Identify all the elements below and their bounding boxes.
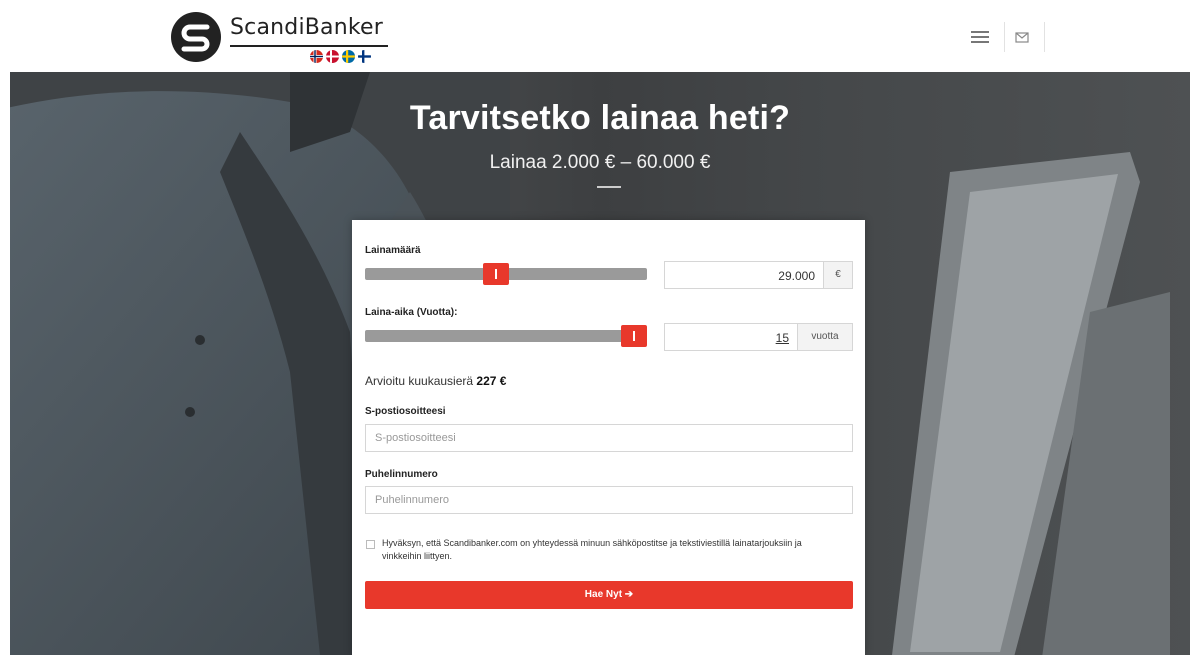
consent-text: Hyväksyn, että Scandibanker.com on yhtey…: [382, 538, 802, 561]
hero-divider: [597, 186, 621, 188]
phone-field[interactable]: [365, 486, 853, 514]
scandibanker-logo-icon: [171, 12, 221, 62]
loan-amount-value: 29.000: [778, 269, 815, 283]
page: ScandiBanker Tarvitsetko lainaa heti? La…: [0, 0, 1200, 655]
phone-label: Puhelinnumero: [365, 469, 438, 480]
header-divider: [1004, 22, 1005, 52]
loan-term-label: Laina-aika (Vuotta):: [365, 307, 458, 318]
hamburger-menu-icon[interactable]: [968, 24, 994, 50]
denmark-flag-icon: [326, 50, 339, 63]
hero-background-laptop-image: [892, 152, 1170, 655]
finland-flag-icon: [358, 50, 371, 63]
loan-amount-input[interactable]: 29.000: [664, 261, 824, 289]
loan-amount-label: Lainamäärä: [365, 245, 421, 256]
email-label: S-postiosoitteesi: [365, 406, 446, 417]
header-divider: [1044, 22, 1045, 52]
flag-row: [310, 50, 386, 63]
monthly-estimate-value: 227 €: [476, 374, 507, 388]
loan-term-slider-handle[interactable]: [621, 325, 647, 347]
loan-term-input[interactable]: 15: [664, 323, 798, 351]
monthly-estimate-label: Arvioitu kuukausierä: [365, 374, 474, 388]
logo-text: ScandiBanker: [230, 15, 384, 40]
norway-flag-icon: [310, 50, 323, 63]
loan-amount-slider-handle[interactable]: [482, 263, 509, 285]
sweden-flag-icon: [342, 50, 355, 63]
logo[interactable]: ScandiBanker: [170, 9, 400, 65]
envelope-icon[interactable]: [1012, 26, 1032, 48]
loan-term-slider-track[interactable]: [365, 330, 647, 342]
loan-amount-currency-addon: €: [824, 261, 853, 289]
consent-checkbox[interactable]: [366, 540, 375, 549]
logo-underline: [230, 45, 388, 47]
monthly-estimate: Arvioitu kuukausierä 227 €: [365, 374, 506, 388]
hero-subtitle: Lainaa 2.000 € – 60.000 €: [489, 152, 711, 173]
hero-title: Tarvitsetko lainaa heti?: [409, 99, 791, 137]
loan-term-unit-addon: vuotta: [798, 323, 853, 351]
loan-term-value: 15: [775, 331, 789, 345]
site-header: ScandiBanker: [0, 0, 1200, 72]
email-field[interactable]: [365, 424, 853, 452]
apply-now-button[interactable]: Hae Nyt ➔: [365, 581, 853, 609]
loan-form-card: Lainamäärä 29.000 € Laina-aika (Vuotta):…: [352, 220, 865, 655]
